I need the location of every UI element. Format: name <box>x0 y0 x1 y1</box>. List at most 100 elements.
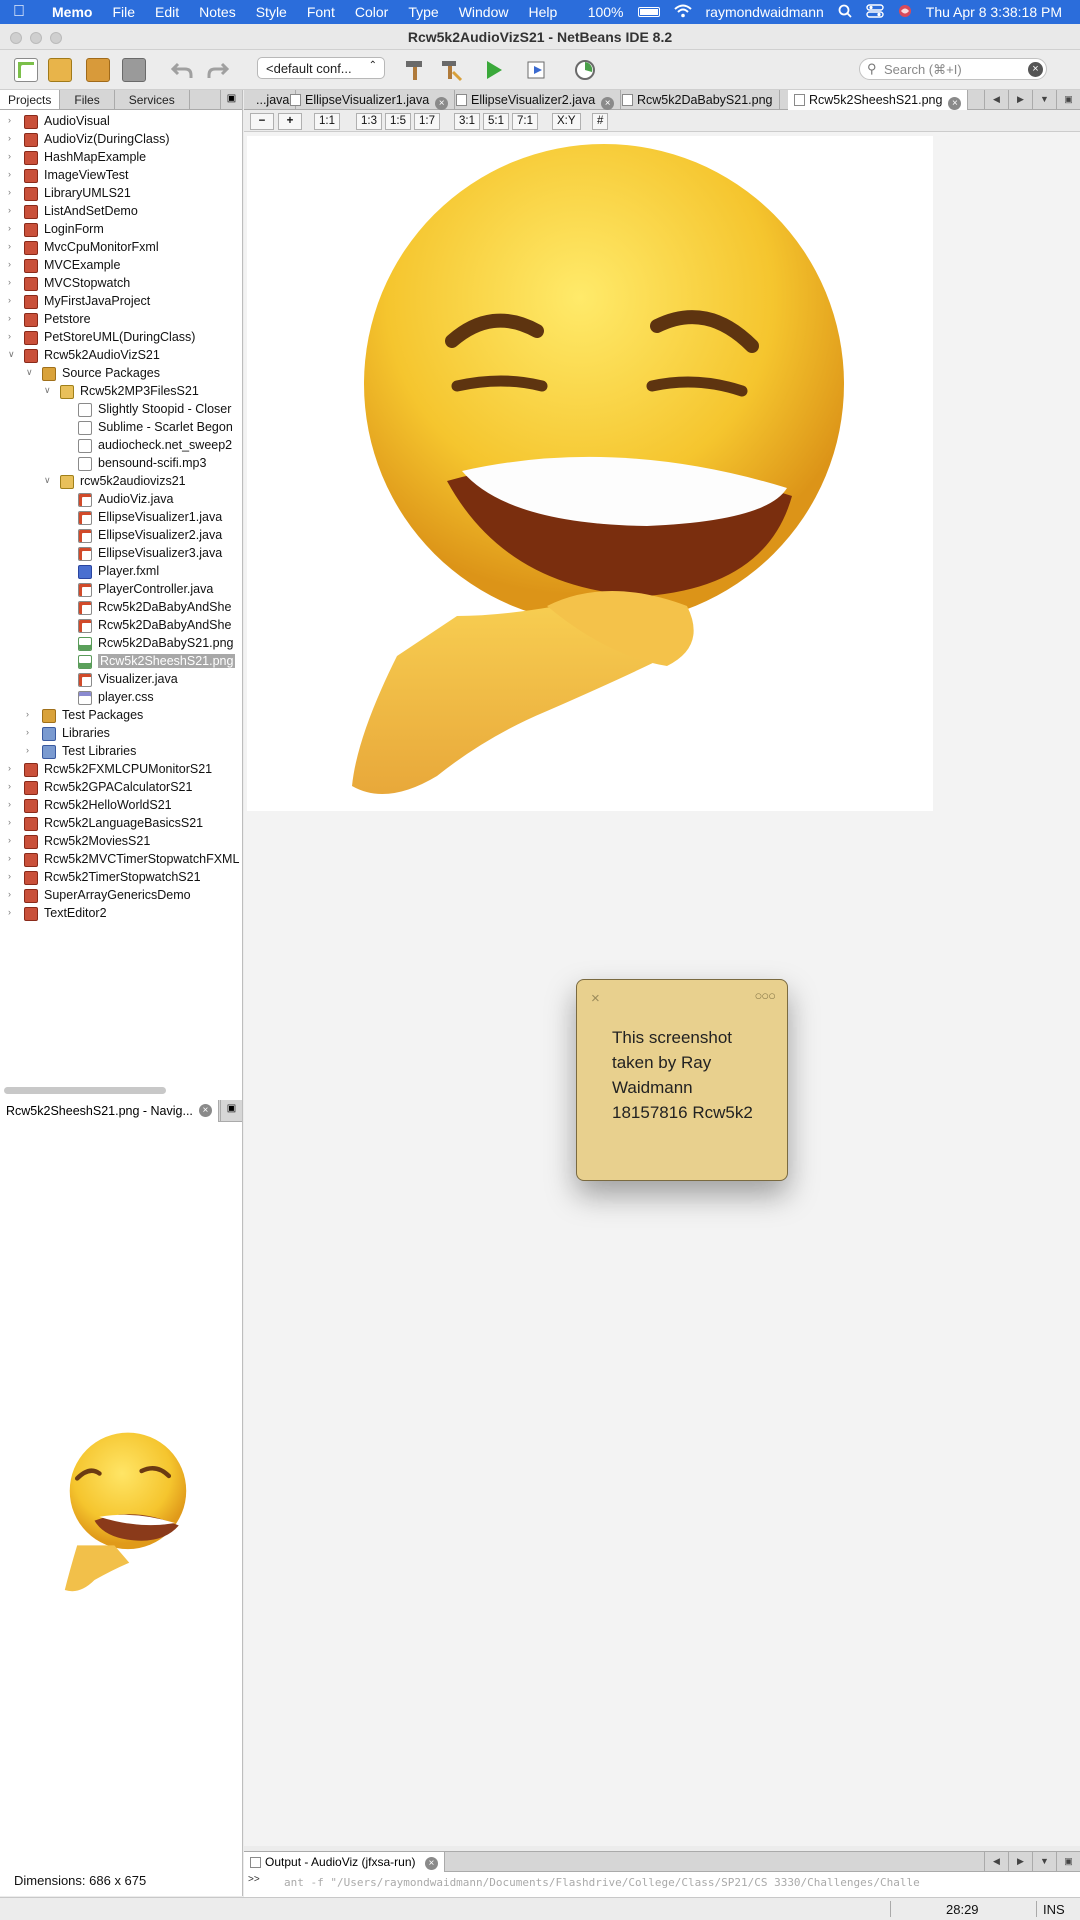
zoom-7-1-button[interactable]: 7:1 <box>512 113 538 130</box>
tree-item[interactable]: AudioViz.java <box>0 491 242 509</box>
tree-item[interactable]: › MyFirstJavaProject <box>0 293 242 311</box>
open-project-icon[interactable] <box>86 58 110 82</box>
wifi-icon[interactable] <box>673 4 692 21</box>
close-icon[interactable]: × <box>948 97 962 110</box>
editor-tab[interactable]: Rcw5k2DaBabyS21.png <box>616 90 780 110</box>
editor-tab[interactable]: EllipseVisualizer2.java × <box>450 90 622 110</box>
tab-projects[interactable]: Projects <box>0 90 61 109</box>
tree-item[interactable]: › Petstore <box>0 311 242 329</box>
tree-item[interactable]: › Rcw5k2GPACalculatorS21 <box>0 779 242 797</box>
tree-item[interactable]: EllipseVisualizer2.java <box>0 527 242 545</box>
undo-icon[interactable] <box>170 58 194 82</box>
tab-list-icon[interactable]: ▼ <box>1032 90 1056 110</box>
tree-item[interactable]: Rcw5k2DaBabyS21.png <box>0 635 242 653</box>
tree-item[interactable]: › HashMapExample <box>0 149 242 167</box>
chevron-down-icon[interactable]: ∨ <box>26 367 36 378</box>
maximize-icon[interactable]: ▣ <box>1056 90 1080 110</box>
zoom-out-button[interactable]: − <box>250 113 274 130</box>
chevron-right-icon[interactable]: › <box>8 205 18 215</box>
tree-item[interactable]: › ImageViewTest <box>0 167 242 185</box>
chevron-down-icon[interactable]: ∨ <box>8 349 18 360</box>
tree-item[interactable]: Rcw5k2SheeshS21.png <box>0 653 242 671</box>
tree-item[interactable]: › Rcw5k2TimerStopwatchS21 <box>0 869 242 887</box>
chevron-right-icon[interactable]: › <box>8 223 18 233</box>
tree-item[interactable]: › Rcw5k2FXMLCPUMonitorS21 <box>0 761 242 779</box>
clear-search-icon[interactable]: × <box>1028 62 1043 77</box>
chevron-down-icon[interactable]: ∨ <box>44 385 54 396</box>
tree-item[interactable]: Sublime - Scarlet Begon <box>0 419 242 437</box>
close-icon[interactable]: × <box>591 990 600 1007</box>
insert-mode[interactable]: INS <box>1043 1902 1065 1917</box>
chevron-right-icon[interactable]: › <box>8 889 18 899</box>
tree-item[interactable]: › Test Libraries <box>0 743 242 761</box>
more-options-icon[interactable]: ○○○ <box>754 988 776 1003</box>
scroll-left-icon[interactable]: ◀ <box>984 1852 1008 1872</box>
clean-build-icon[interactable] <box>439 58 463 82</box>
chevron-right-icon[interactable]: › <box>8 151 18 161</box>
tree-item[interactable]: › Rcw5k2LanguageBasicsS21 <box>0 815 242 833</box>
chevron-right-icon[interactable]: › <box>8 835 18 845</box>
scroll-right-icon[interactable]: ▶ <box>1008 1852 1032 1872</box>
menu-color[interactable]: Color <box>345 4 398 20</box>
tree-item[interactable]: bensound-scifi.mp3 <box>0 455 242 473</box>
chevron-right-icon[interactable]: › <box>8 187 18 197</box>
output-tab[interactable]: Output - AudioViz (jfxsa-run) × <box>244 1852 445 1872</box>
chevron-right-icon[interactable]: › <box>26 709 36 719</box>
note-text[interactable]: This screenshot taken by Ray Waidmann 18… <box>612 1025 772 1125</box>
save-all-icon[interactable] <box>122 58 146 82</box>
tree-item[interactable]: › AudioViz(DuringClass) <box>0 131 242 149</box>
zoom-1-3-button[interactable]: 1:3 <box>356 113 382 130</box>
chevron-right-icon[interactable]: › <box>8 313 18 323</box>
battery-icon[interactable] <box>637 7 660 17</box>
scroll-left-icon[interactable]: ◀ <box>984 90 1008 110</box>
tree-item[interactable]: EllipseVisualizer3.java <box>0 545 242 563</box>
tree-item[interactable]: › AudioVisual <box>0 113 242 131</box>
menu-file[interactable]: File <box>102 4 145 20</box>
chevron-right-icon[interactable]: › <box>26 727 36 737</box>
menu-font[interactable]: Font <box>297 4 345 20</box>
chevron-right-icon[interactable]: › <box>8 241 18 251</box>
build-hammer-icon[interactable] <box>403 58 427 82</box>
chevron-right-icon[interactable]: › <box>8 115 18 125</box>
control-center-icon[interactable] <box>866 3 884 21</box>
tree-item[interactable]: Rcw5k2DaBabyAndShe <box>0 599 242 617</box>
menu-type[interactable]: Type <box>398 4 448 20</box>
config-dropdown[interactable]: <default conf... ⌃ <box>257 57 385 79</box>
close-icon[interactable]: × <box>424 1857 438 1870</box>
close-window-button[interactable] <box>10 32 22 44</box>
siri-icon[interactable] <box>898 4 912 21</box>
menu-style[interactable]: Style <box>246 4 297 20</box>
zoom-1-5-button[interactable]: 1:5 <box>385 113 411 130</box>
tree-item[interactable]: player.css <box>0 689 242 707</box>
apple-icon[interactable]:  <box>0 3 38 21</box>
menu-help[interactable]: Help <box>518 4 567 20</box>
tree-item[interactable]: › MVCStopwatch <box>0 275 242 293</box>
tree-item[interactable]: ∨ Source Packages <box>0 365 242 383</box>
zoom-3-1-button[interactable]: 3:1 <box>454 113 480 130</box>
editor-tab[interactable]: EllipseVisualizer1.java × <box>284 90 456 110</box>
tree-item[interactable]: › ListAndSetDemo <box>0 203 242 221</box>
tab-list-icon[interactable]: ▼ <box>1032 1852 1056 1872</box>
chevron-right-icon[interactable]: › <box>8 277 18 287</box>
navigator-tab[interactable]: Rcw5k2SheeshS21.png - Navig... × <box>0 1099 219 1122</box>
tree-item[interactable]: › PetStoreUML(DuringClass) <box>0 329 242 347</box>
chevron-right-icon[interactable]: › <box>8 781 18 791</box>
projects-scrollbar[interactable] <box>4 1087 166 1094</box>
zoom-in-button[interactable]: + <box>278 113 302 130</box>
tree-item[interactable]: Player.fxml <box>0 563 242 581</box>
chevron-right-icon[interactable]: › <box>8 133 18 143</box>
run-icon[interactable] <box>482 58 506 82</box>
tree-item[interactable]: ∨ Rcw5k2AudioVizS21 <box>0 347 242 365</box>
maximize-icon[interactable]: ▣ <box>1056 1852 1080 1872</box>
tab-services[interactable]: Services <box>115 90 190 109</box>
custom-zoom-button[interactable]: X:Y <box>552 113 581 130</box>
tree-item[interactable]: › LoginForm <box>0 221 242 239</box>
tree-item[interactable]: Rcw5k2DaBabyAndShe <box>0 617 242 635</box>
tree-item[interactable]: › Test Packages <box>0 707 242 725</box>
new-project-icon[interactable] <box>48 58 72 82</box>
tree-item[interactable]: › Rcw5k2MoviesS21 <box>0 833 242 851</box>
close-icon[interactable]: × <box>435 97 449 110</box>
tree-item[interactable]: › Rcw5k2MVCTimerStopwatchFXML <box>0 851 242 869</box>
tree-item[interactable]: PlayerController.java <box>0 581 242 599</box>
tree-item[interactable]: › Libraries <box>0 725 242 743</box>
